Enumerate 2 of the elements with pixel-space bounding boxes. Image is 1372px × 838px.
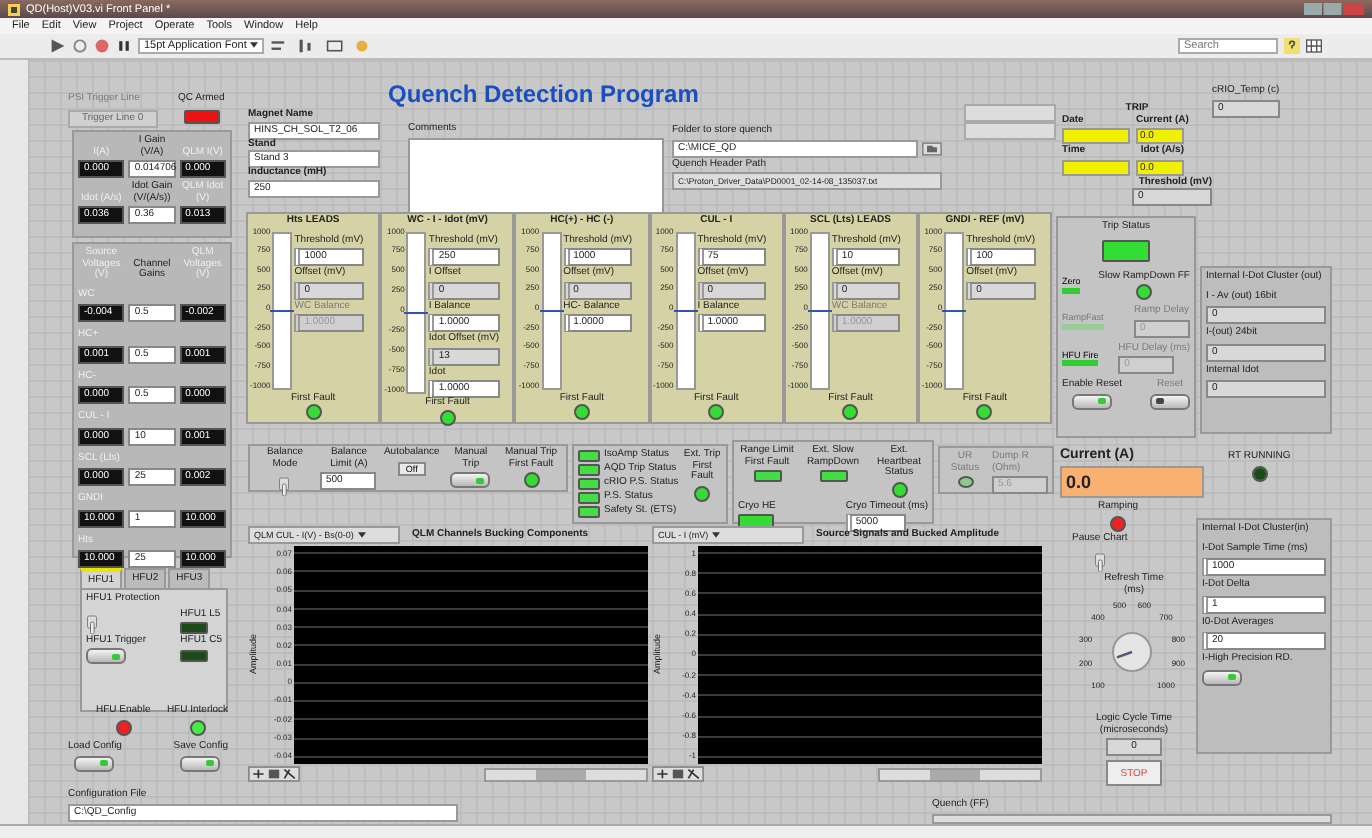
current-indicator: 0.0 xyxy=(1060,465,1204,498)
program-title: Quench Detection Program xyxy=(388,80,699,108)
